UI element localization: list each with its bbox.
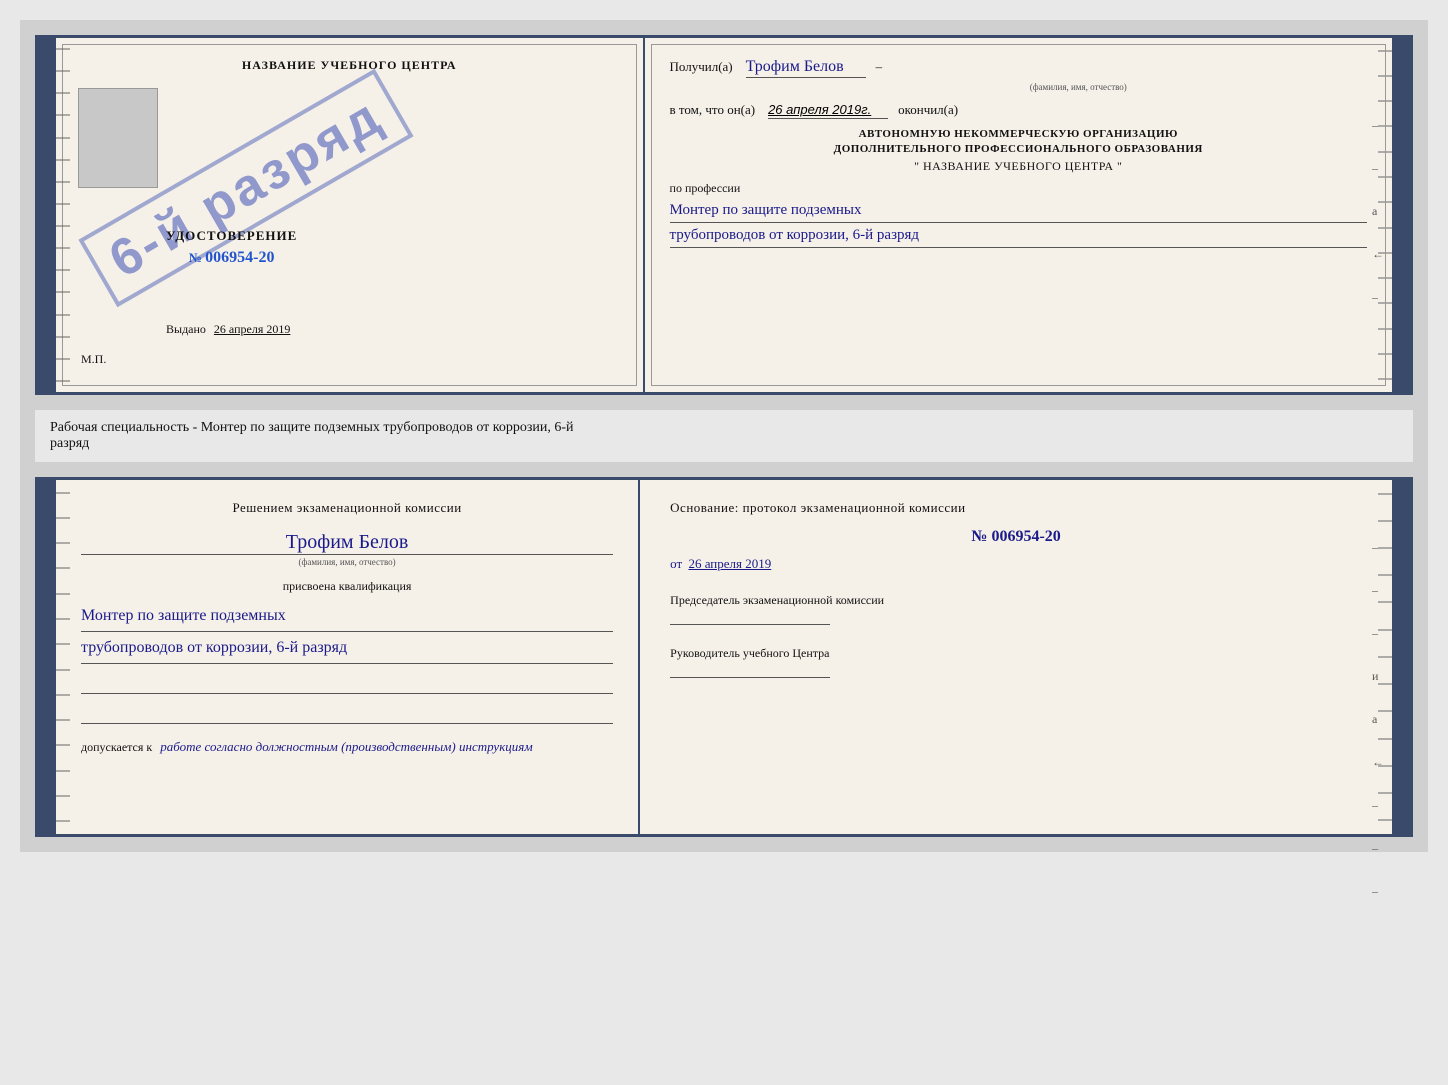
middle-text-block: Рабочая специальность - Монтер по защите… bbox=[35, 410, 1413, 462]
cert-issued-label: Выдано bbox=[166, 322, 206, 336]
qual-date-block: от 26 апреля 2019 bbox=[670, 556, 1362, 572]
cert-number-line: № 006954-20 bbox=[166, 249, 297, 267]
cert-right-page: Получил(а) Трофим Белов – (фамилия, имя,… bbox=[645, 38, 1392, 392]
cert-right-spine bbox=[1392, 38, 1410, 392]
cert-org-line3: " НАЗВАНИЕ УЧЕБНОГО ЦЕНТРА " bbox=[670, 158, 1367, 175]
middle-text-line2: разряд bbox=[50, 436, 1398, 452]
qual-blank-line-2 bbox=[81, 704, 613, 724]
cert-udostoverenie-label: УДОСТОВЕРЕНИЕ bbox=[166, 228, 297, 244]
qual-protocol-number: № 006954-20 bbox=[670, 528, 1362, 546]
qualification-document: Решением экзаменационной комиссии Трофим… bbox=[35, 477, 1413, 837]
cert-inthat-row: в том, что он(а) 26 апреля 2019г. окончи… bbox=[670, 102, 1367, 119]
cert-issued-date: 26 апреля 2019 bbox=[214, 322, 290, 336]
qual-assigned-label: присвоена квалификация bbox=[81, 579, 613, 594]
qual-right-spine bbox=[1392, 480, 1410, 834]
middle-text-line1: Рабочая специальность - Монтер по защите… bbox=[50, 420, 1398, 436]
qual-chairman-block: Председатель экзаменационной комиссии bbox=[670, 592, 1362, 625]
cert-left-spine bbox=[38, 38, 56, 392]
qual-allowed-value: работе согласно должностным (производств… bbox=[160, 739, 532, 754]
cert-name-subtext: (фамилия, имя, отчество) bbox=[790, 82, 1367, 92]
qual-date-prefix: от bbox=[670, 556, 682, 571]
cert-finished-label: окончил(а) bbox=[898, 102, 958, 118]
certificate-document: НАЗВАНИЕ УЧЕБНОГО ЦЕНТРА 6-й разряд УДОС… bbox=[35, 35, 1413, 395]
cert-profession-label: по профессии bbox=[670, 181, 1367, 196]
cert-number-value: 006954-20 bbox=[205, 249, 274, 266]
qual-profession-line1: Монтер по защите подземных bbox=[81, 602, 613, 632]
qual-section-title: Решением экзаменационной комиссии bbox=[81, 500, 613, 516]
qual-left-spine bbox=[38, 480, 56, 834]
qual-allowed-block: допускается к работе согласно должностны… bbox=[81, 739, 613, 755]
qual-left-page: Решением экзаменационной комиссии Трофим… bbox=[56, 480, 640, 834]
qual-director-label: Руководитель учебного Центра bbox=[670, 645, 1362, 662]
qual-side-dash-8: – bbox=[1372, 841, 1384, 856]
cert-issued-block: Выдано 26 апреля 2019 bbox=[166, 322, 290, 337]
cert-org-block: АВТОНОМНУЮ НЕКОММЕРЧЕСКУЮ ОРГАНИЗАЦИЮ ДО… bbox=[670, 127, 1367, 175]
cert-date-value: 26 апреля 2019г. bbox=[768, 102, 888, 119]
qual-right-border-decoration bbox=[1378, 480, 1392, 834]
qual-director-block: Руководитель учебного Центра bbox=[670, 645, 1362, 678]
cert-left-title: НАЗВАНИЕ УЧЕБНОГО ЦЕНТРА bbox=[242, 58, 457, 73]
cert-received-label: Получил(а) bbox=[670, 59, 733, 75]
cert-profession-line2: трубопроводов от коррозии, 6-й разряд bbox=[670, 223, 1367, 248]
qual-chairman-sign-line bbox=[670, 624, 830, 625]
cert-number-block: УДОСТОВЕРЕНИЕ № 006954-20 bbox=[166, 228, 297, 267]
qual-left-border-decoration bbox=[56, 480, 70, 834]
qual-profession-line2: трубопроводов от коррозии, 6-й разряд bbox=[81, 634, 613, 664]
cert-org-line2: ДОПОЛНИТЕЛЬНОГО ПРОФЕССИОНАЛЬНОГО ОБРАЗО… bbox=[670, 142, 1367, 157]
cert-right-border-decoration bbox=[1378, 38, 1392, 392]
qual-allowed-label-text: допускается к bbox=[81, 740, 152, 754]
cert-received-row: Получил(а) Трофим Белов – bbox=[670, 58, 1367, 78]
qual-chairman-label: Председатель экзаменационной комиссии bbox=[670, 592, 1362, 609]
qual-director-sign-line bbox=[670, 677, 830, 678]
cert-inthat-label: в том, что он(а) bbox=[670, 102, 756, 118]
qual-side-dash-9: – bbox=[1372, 884, 1384, 899]
cert-org-line1: АВТОНОМНУЮ НЕКОММЕРЧЕСКУЮ ОРГАНИЗАЦИЮ bbox=[670, 127, 1367, 142]
qual-name-value: Трофим Белов bbox=[81, 531, 613, 555]
cert-dash1: – bbox=[876, 59, 883, 75]
cert-left-page: НАЗВАНИЕ УЧЕБНОГО ЦЕНТРА 6-й разряд УДОС… bbox=[56, 38, 645, 392]
cert-mp-label: М.П. bbox=[81, 352, 106, 367]
qual-name-subtext: (фамилия, имя, отчество) bbox=[81, 557, 613, 567]
cert-left-border-decoration bbox=[56, 38, 70, 392]
qual-right-page: Основание: протокол экзаменационной коми… bbox=[640, 480, 1392, 834]
qual-date-value: 26 апреля 2019 bbox=[688, 556, 771, 571]
qual-basis-label: Основание: протокол экзаменационной коми… bbox=[670, 500, 1362, 516]
cert-number-prefix: № bbox=[189, 250, 202, 265]
qual-blank-line-1 bbox=[81, 674, 613, 694]
cert-photo-placeholder bbox=[78, 88, 158, 188]
page-wrapper: НАЗВАНИЕ УЧЕБНОГО ЦЕНТРА 6-й разряд УДОС… bbox=[20, 20, 1428, 852]
cert-profession-line1: Монтер по защите подземных bbox=[670, 198, 1367, 223]
cert-received-name: Трофим Белов bbox=[746, 58, 866, 78]
cert-stamp-diagonal: 6-й разряд bbox=[83, 36, 408, 339]
